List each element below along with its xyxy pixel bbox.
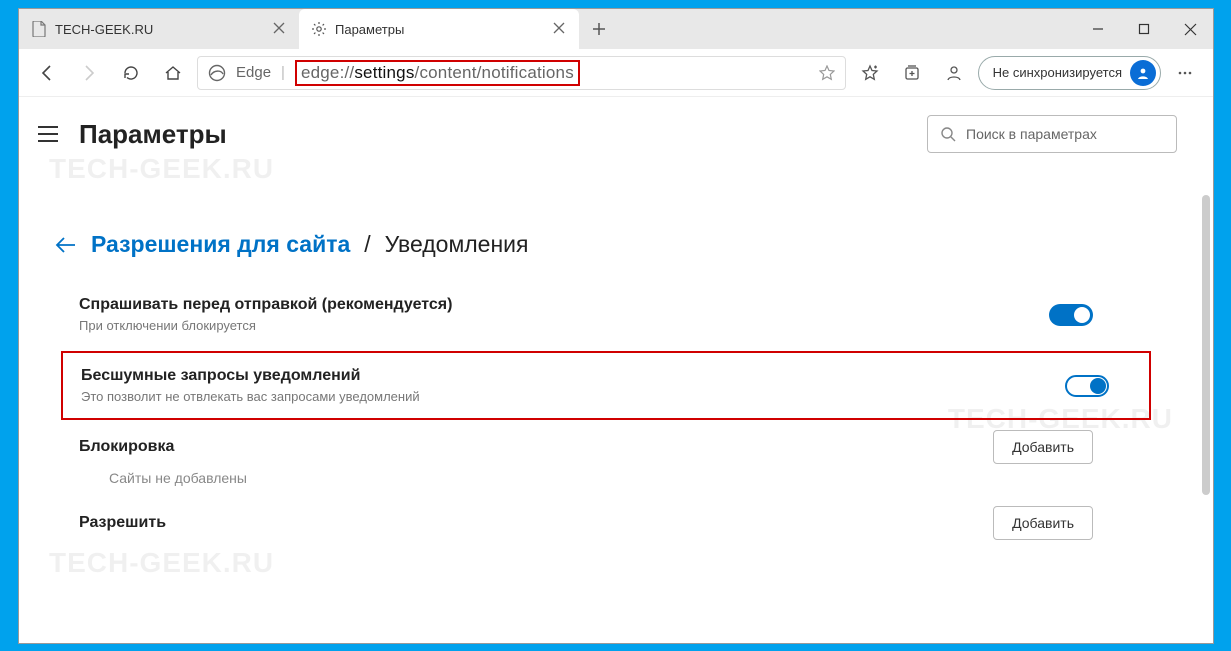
home-button[interactable] [155,55,191,91]
page-title: Параметры [79,119,227,150]
page-icon [31,21,47,37]
breadcrumb-current: Уведомления [385,231,529,258]
edge-logo-icon [208,64,226,82]
hamburger-icon[interactable] [37,125,59,143]
maximize-button[interactable] [1121,9,1167,49]
sync-status-pill[interactable]: Не синхронизируется [978,56,1161,90]
avatar-icon [1130,60,1156,86]
scrollbar-thumb[interactable] [1202,195,1210,495]
setting-ask-before-sending: Спрашивать перед отправкой (рекомендуетс… [79,282,1133,347]
empty-text: Сайты не добавлены [79,470,1133,486]
tab-techgeek[interactable]: TECH-GEEK.RU [19,9,299,49]
breadcrumb: Разрешения для сайта / Уведомления [19,161,1213,258]
browser-window: TECH-GEEK.RU Параметры [18,8,1214,644]
search-icon [940,126,956,142]
favorite-icon[interactable] [819,65,835,81]
tab-settings[interactable]: Параметры [299,9,579,49]
new-tab-button[interactable] [579,9,619,49]
setting-allow-section: Разрешить Добавить [79,500,1133,546]
toolbar: Edge | edge://settings/content/notificat… [19,49,1213,97]
setting-title: Спрашивать перед отправкой (рекомендуетс… [79,296,1133,314]
edge-label: Edge [236,64,271,81]
separator: | [281,64,285,81]
setting-quiet-requests: Бесшумные запросы уведомлений Это позвол… [61,351,1151,420]
refresh-button[interactable] [113,55,149,91]
forward-button [71,55,107,91]
settings-search[interactable]: Поиск в параметрах [927,115,1177,153]
setting-block-section: Блокировка Добавить [79,424,1133,470]
setting-subtitle: Это позволит не отвлекать вас запросами … [81,389,1131,404]
content-area: TECH-GEEK.RU TECH-GEEK.RU TECH-GEEK.RU П… [19,97,1213,643]
window-controls [1075,9,1213,49]
minimize-button[interactable] [1075,9,1121,49]
close-icon[interactable] [273,22,287,36]
favorites-button[interactable] [852,55,888,91]
setting-subtitle: При отключении блокируется [79,318,1133,333]
toggle-ask[interactable] [1049,304,1093,326]
tab-label: Параметры [335,22,545,37]
gear-icon [311,21,327,37]
collections-button[interactable] [894,55,930,91]
address-bar[interactable]: Edge | edge://settings/content/notificat… [197,56,846,90]
breadcrumb-back-icon[interactable] [55,234,77,256]
breadcrumb-sep: / [364,231,370,258]
setting-title: Блокировка [79,438,1133,456]
more-button[interactable] [1167,55,1203,91]
settings-body: Спрашивать перед отправкой (рекомендуетс… [19,258,1213,546]
add-block-button[interactable]: Добавить [993,430,1093,464]
sync-status-label: Не синхронизируется [993,65,1122,80]
profile-icon[interactable] [936,55,972,91]
search-placeholder: Поиск в параметрах [966,126,1097,142]
block-empty-state: Сайты не добавлены [79,470,1133,500]
setting-title: Разрешить [79,514,1133,532]
tab-label: TECH-GEEK.RU [55,22,265,37]
titlebar: TECH-GEEK.RU Параметры [19,9,1213,49]
back-button[interactable] [29,55,65,91]
close-icon[interactable] [553,22,567,36]
url-text: edge://settings/content/notifications [295,60,580,86]
settings-header: Параметры Поиск в параметрах [19,97,1213,161]
close-window-button[interactable] [1167,9,1213,49]
breadcrumb-link[interactable]: Разрешения для сайта [91,231,350,258]
add-allow-button[interactable]: Добавить [993,506,1093,540]
setting-title: Бесшумные запросы уведомлений [81,367,1131,385]
toggle-quiet[interactable] [1065,375,1109,397]
watermark: TECH-GEEK.RU [49,547,274,579]
